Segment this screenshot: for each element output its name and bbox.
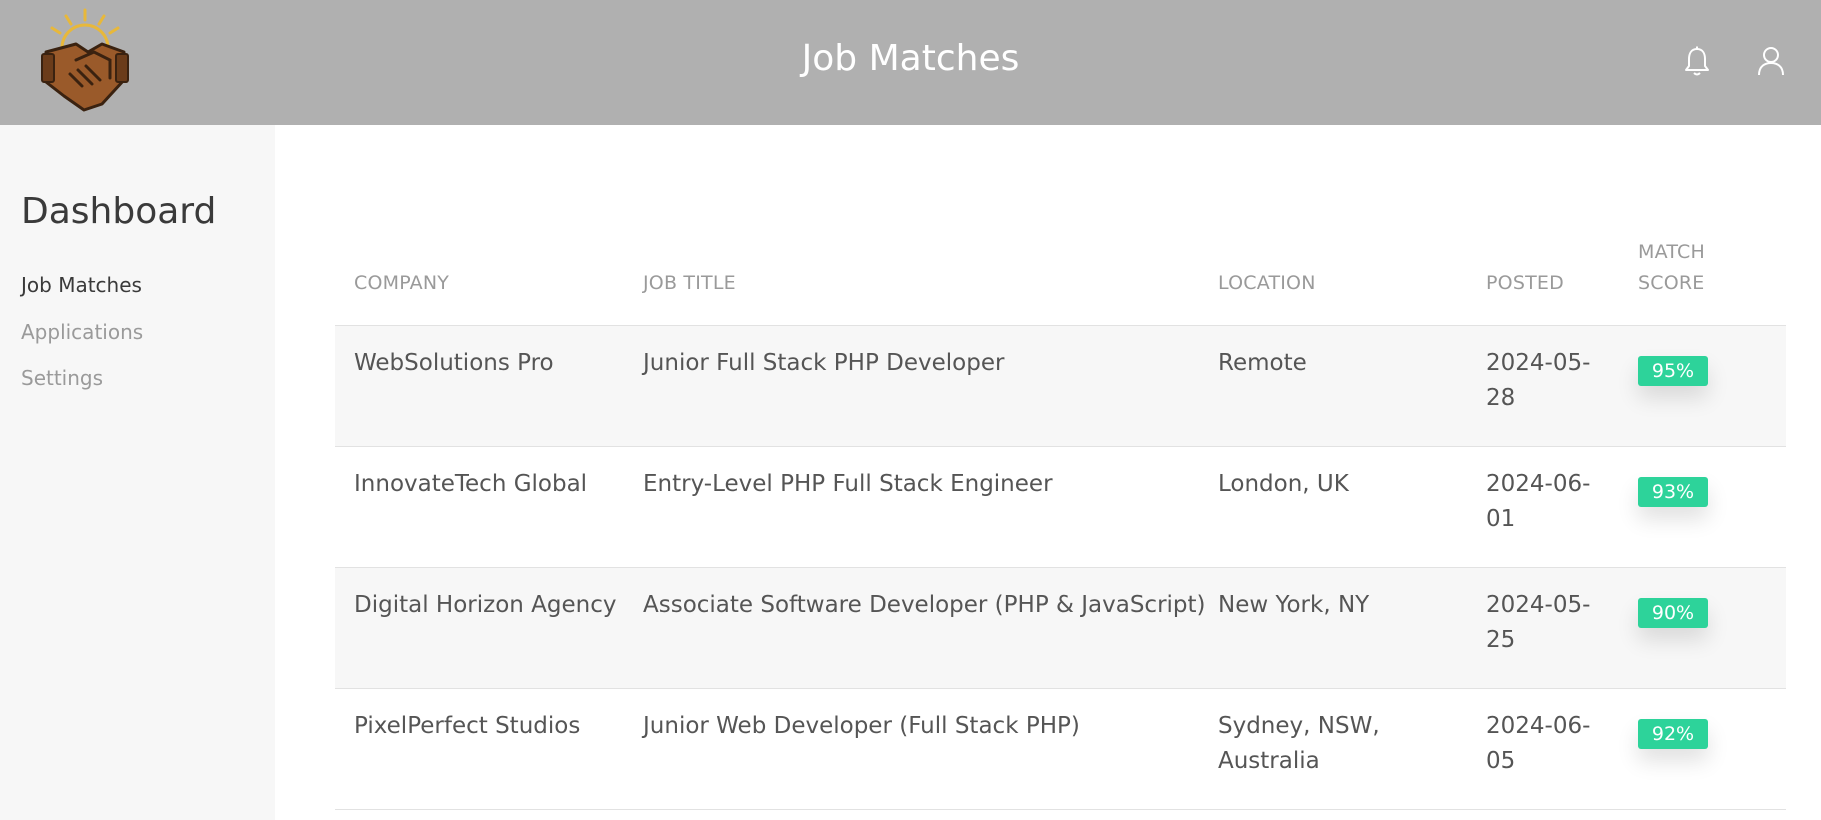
sidebar-item-applications[interactable]: Applications (21, 320, 143, 367)
cell-job-title: Junior Full Stack PHP Developer (643, 350, 1005, 376)
cell-location: London, UK (1218, 471, 1349, 497)
cell-job-title: Associate Software Developer (PHP & Java… (643, 592, 1206, 618)
bell-icon[interactable] (1680, 44, 1714, 78)
column-header-company[interactable]: COMPANY (354, 268, 449, 299)
match-score-badge: 92% (1638, 719, 1708, 749)
sidebar-item-settings[interactable]: Settings (21, 366, 143, 413)
page-title: Job Matches (801, 38, 1020, 79)
cell-company: PixelPerfect Studios (354, 713, 581, 739)
cell-company: WebSolutions Pro (354, 350, 554, 376)
column-header-posted[interactable]: POSTED (1486, 268, 1564, 299)
cell-location: Remote (1218, 350, 1307, 376)
sidebar-nav: Job Matches Applications Settings (21, 273, 143, 413)
cell-location: Sydney, NSW, Australia (1218, 713, 1380, 774)
table-row[interactable]: WebSolutions Pro Junior Full Stack PHP D… (335, 326, 1786, 447)
table-row[interactable]: Digital Horizon Agency Associate Softwar… (335, 568, 1786, 689)
table-row[interactable]: PixelPerfect Studios Junior Web Develope… (335, 689, 1786, 810)
cell-job-title: Entry-Level PHP Full Stack Engineer (643, 471, 1053, 497)
column-header-match-score[interactable]: MATCH SCORE (1638, 237, 1728, 299)
cell-company: InnovateTech Global (354, 471, 588, 497)
sidebar-title: Dashboard (21, 191, 217, 232)
match-score-badge: 90% (1638, 598, 1708, 628)
match-score-badge: 93% (1638, 477, 1708, 507)
cell-posted: 2024-06-01 (1486, 471, 1591, 532)
cell-location: New York, NY (1218, 592, 1370, 618)
cell-job-title: Junior Web Developer (Full Stack PHP) (643, 713, 1080, 739)
top-header: Job Matches (0, 0, 1821, 125)
cell-company: Digital Horizon Agency (354, 592, 617, 618)
table-row[interactable]: InnovateTech Global Entry-Level PHP Full… (335, 447, 1786, 568)
match-score-badge: 95% (1638, 356, 1708, 386)
main-content: COMPANY JOB TITLE LOCATION POSTED MATCH … (275, 125, 1821, 820)
user-icon[interactable] (1754, 44, 1788, 78)
sidebar: Dashboard Job Matches Applications Setti… (0, 125, 275, 820)
cell-posted: 2024-06-05 (1486, 713, 1591, 774)
sidebar-item-job-matches[interactable]: Job Matches (21, 273, 143, 320)
column-header-job-title[interactable]: JOB TITLE (643, 268, 736, 299)
cell-posted: 2024-05-28 (1486, 350, 1591, 411)
table-header: COMPANY JOB TITLE LOCATION POSTED MATCH … (335, 233, 1786, 326)
job-matches-table: COMPANY JOB TITLE LOCATION POSTED MATCH … (335, 233, 1786, 810)
cell-posted: 2024-05-25 (1486, 592, 1591, 653)
column-header-location[interactable]: LOCATION (1218, 268, 1316, 299)
